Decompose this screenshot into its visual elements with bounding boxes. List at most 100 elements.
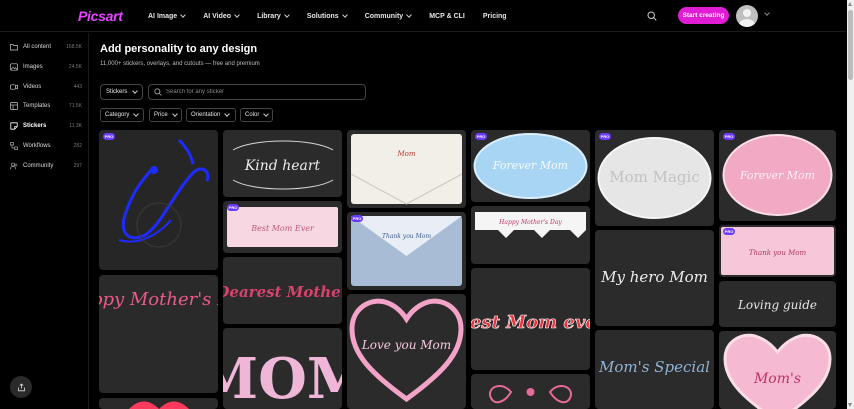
nav-library[interactable]: Library: [257, 12, 290, 20]
sticker-text: Thank you Mom: [382, 233, 431, 240]
sticker-tile[interactable]: Kind heart: [223, 130, 342, 197]
sticker-tile[interactable]: Mom Magic PRO: [595, 130, 714, 226]
sticker-search[interactable]: [148, 84, 366, 100]
nav-pricing[interactable]: Pricing: [483, 13, 507, 20]
sticker-tile[interactable]: Love you Mom: [347, 294, 466, 409]
nav-ai-video[interactable]: AI Video: [203, 12, 240, 20]
pro-badge: PRO: [103, 133, 115, 140]
kind-heart-sticker: Kind heart: [232, 140, 334, 190]
forever-mom-pink-sticker: Forever Mom: [722, 134, 833, 216]
search-icon[interactable]: [647, 11, 657, 21]
chevron-down-icon: [133, 111, 140, 117]
sticker-tile[interactable]: Mom's Special: [595, 330, 714, 409]
moms-heart-sticker: Mom's: [723, 333, 832, 409]
search-input[interactable]: [166, 89, 356, 95]
nav-label: Pricing: [482, 12, 507, 20]
sticker-text: Kind heart: [244, 158, 321, 174]
sidebar-item-count: 168.5K: [66, 44, 82, 50]
filter-label: Category: [105, 112, 130, 118]
mom-pink-sticker: MOM: [223, 346, 342, 409]
sidebar-item-label: Images: [23, 64, 43, 70]
content-type-select[interactable]: Stickers: [100, 84, 143, 100]
mom-magic-sticker: Mom Magic: [597, 137, 712, 219]
sticker-text: Dearest Mother: [223, 283, 342, 301]
sticker-tile[interactable]: Loving guide: [719, 281, 836, 327]
sticker-tile[interactable]: My hero Mom: [595, 230, 714, 326]
love-you-mom-heart-sticker: Love you Mom: [349, 298, 464, 403]
nav-label: AI Image: [148, 12, 178, 20]
sidebar-item-images[interactable]: Images 24.5K: [10, 60, 82, 74]
nav-ai-image[interactable]: AI Image: [148, 12, 187, 20]
sticker-tile[interactable]: [99, 398, 218, 409]
sticker-tile[interactable]: Thank you Mom PRO: [347, 212, 466, 290]
sidebar-item-count: 24.5K: [68, 64, 82, 70]
scroll-down-arrow-icon[interactable]: [848, 403, 852, 407]
sticker-text: Best Mom Ever: [250, 224, 315, 233]
sticker-tile[interactable]: [471, 374, 590, 409]
filter-color[interactable]: Color: [240, 108, 273, 122]
nav-label: Library: [257, 12, 281, 20]
sticker-text: Mom's: [753, 371, 801, 387]
sticker-tile[interactable]: Dearest Mother: [223, 257, 342, 324]
sidebar-item-count: 282: [73, 143, 82, 149]
sidebar-item-label: Videos: [23, 84, 42, 90]
filter-category[interactable]: Category: [100, 108, 144, 122]
sidebar-item-all-content[interactable]: All content 168.5K: [10, 40, 82, 54]
sidebar-item-count: 297: [73, 163, 82, 169]
blue-envelope-sticker: Thank you Mom: [351, 216, 462, 286]
dearest-mother-sticker: Dearest Mother: [223, 283, 342, 301]
sticker-text: My hero Mom: [600, 268, 708, 286]
sticker-tile[interactable]: Mom's: [719, 331, 836, 409]
sticker-tile[interactable]: Happy Mother's Day: [471, 206, 590, 264]
sidebar-item-workflows[interactable]: Workflows 282: [10, 139, 82, 153]
filter-orientation[interactable]: Orientation: [186, 108, 236, 122]
nav-community[interactable]: Community: [365, 12, 413, 20]
chevron-down-icon: [234, 12, 240, 18]
sidebar-item-videos[interactable]: Videos 443: [10, 80, 82, 94]
page-title: Add personality to any design: [100, 43, 258, 55]
sidebar: All content 168.5K Images 24.5K Videos 4…: [0, 33, 89, 409]
filter-price[interactable]: Price: [149, 108, 182, 122]
scroll-up-arrow-icon[interactable]: [848, 2, 852, 6]
main-nav: AI Image AI Video Library Solutions Comm…: [148, 0, 525, 32]
thank-you-mom-sticker: Thank you Mom: [721, 227, 834, 275]
sticker-tile[interactable]: Mom: [347, 130, 466, 208]
sticker-text: Love you Mom: [361, 338, 451, 352]
chevron-down-icon: [132, 88, 139, 94]
sticker-tile[interactable]: Thank you Mom PRO: [719, 225, 836, 277]
pro-badge: PRO: [723, 228, 735, 235]
sidebar-item-label: Stickers: [23, 123, 47, 129]
chevron-down-icon[interactable]: [764, 10, 770, 16]
workflow-icon: [10, 142, 18, 150]
best-mom-ever-red-sticker: Best Mom ever: [471, 312, 590, 334]
sidebar-item-count: 11.3K: [69, 123, 82, 129]
sticker-tile[interactable]: Best Mom Ever PRO: [223, 201, 342, 253]
sticker-tile[interactable]: MOM: [223, 328, 342, 409]
page-scrollbar[interactable]: [847, 0, 854, 409]
sidebar-item-community[interactable]: Community 297: [10, 159, 82, 173]
pro-badge: PRO: [227, 204, 239, 211]
chevron-down-icon: [180, 12, 187, 18]
start-creating-button[interactable]: Start creating: [678, 7, 729, 24]
sticker-tile[interactable]: Forever Mom PRO: [719, 130, 836, 221]
sticker-tile[interactable]: Forever Mom PRO: [471, 130, 590, 202]
template-icon: [10, 102, 18, 110]
nav-solutions[interactable]: Solutions: [307, 12, 348, 20]
sticker-tile[interactable]: PRO: [99, 130, 218, 270]
avatar[interactable]: [736, 5, 758, 27]
filter-label: Orientation: [191, 112, 221, 118]
scrollbar-thumb[interactable]: [848, 10, 853, 80]
nav-mcp-cli[interactable]: MCP & CLI: [429, 13, 465, 20]
sidebar-item-templates[interactable]: Templates 71.5K: [10, 99, 82, 113]
sticker-tile[interactable]: Best Mom ever: [471, 268, 590, 370]
pro-badge: PRO: [351, 215, 363, 222]
pro-badge: PRO: [723, 133, 735, 140]
sticker-tile[interactable]: Happy Mother's Day: [99, 275, 218, 393]
picsart-logo[interactable]: Picsart: [78, 8, 123, 24]
sticker-text: Mom's Special: [598, 358, 710, 376]
sidebar-item-count: 443: [73, 84, 82, 90]
community-icon: [10, 162, 18, 170]
share-button[interactable]: [10, 376, 32, 398]
sidebar-item-stickers[interactable]: Stickers 11.3K: [10, 119, 82, 133]
sidebar-item-label: Community: [23, 163, 54, 169]
